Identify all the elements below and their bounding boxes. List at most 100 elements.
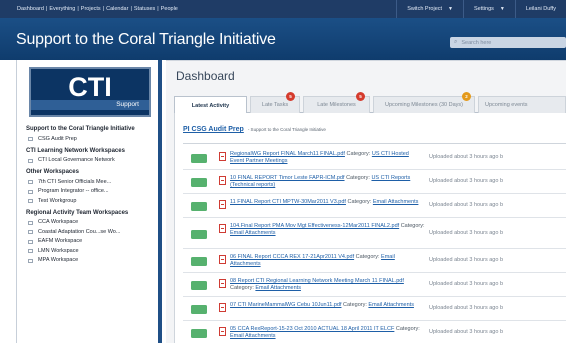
switch-project-button[interactable]: Switch Project ▼ — [396, 0, 463, 18]
sidebar-item-label: 7th CTI Senior Officials Mee... — [38, 178, 112, 185]
nav-right-group: Switch Project ▼ Settings ▼ Leilani Duff… — [396, 0, 566, 18]
main-content: Dashboard Latest Activity Late Tasks 5 L… — [166, 60, 566, 343]
workspace-icon — [28, 158, 33, 163]
file-link[interactable]: 104.Final Report PMA Mov Mgt Effectivene… — [230, 223, 399, 229]
file-link[interactable]: RegionalWG Report FINAL March11 FINAL.pd… — [230, 151, 345, 157]
list-item: 11 FINAL Report CTI MPTW-30Mar2011 V3.pd… — [183, 197, 566, 218]
activity-list: RegionalWG Report FINAL March11 FINAL.pd… — [183, 149, 566, 343]
sidebar-item-eafm-workspace[interactable]: EAFM Workspace — [26, 238, 156, 245]
project-activity-header: PI CSG Audit Prep - Support to the Coral… — [183, 126, 566, 144]
file-link[interactable]: 05 CCA RexReport-15-23 Oct 2010 ACTUAL 1… — [230, 326, 394, 332]
sidebar-item-local-governance-network[interactable]: CTI Local Governance Network — [26, 157, 156, 164]
cti-logo: CTI Support — [29, 67, 151, 117]
workspace-icon — [28, 249, 33, 253]
category-link[interactable]: Email Attachments — [230, 333, 276, 339]
sidebar-item-lmn-workspace[interactable]: LMN Workspace — [26, 248, 156, 255]
workspace-icon — [28, 230, 33, 234]
category-label: Category: — [343, 302, 367, 308]
list-item: 08 Report CTI Regional Learning Network … — [183, 276, 566, 297]
nav-link-people[interactable]: People — [160, 6, 179, 12]
nav-link-statuses[interactable]: Statuses — [133, 6, 156, 12]
late-tasks-count-badge: 5 — [286, 92, 295, 101]
category-link[interactable]: Email Attachments — [368, 302, 414, 308]
user-menu-button[interactable]: Leilani Duffy — [514, 0, 566, 18]
project-title: Support to the Coral Triangle Initiative — [16, 31, 276, 48]
workspace-icon — [28, 137, 33, 141]
nav-link-everything[interactable]: Everything — [48, 6, 76, 12]
list-item: 05 CCA RexReport-15-23 Oct 2010 ACTUAL 1… — [183, 324, 566, 343]
file-type-badge — [191, 230, 207, 239]
chevron-down-icon: ▼ — [448, 6, 453, 12]
file-link[interactable]: 06 FINAL Report CCCA REX 17-21Apr2011 V4… — [230, 254, 354, 260]
workspace-icon — [28, 199, 33, 203]
upload-meta: Uploaded about 3 hours ago b — [429, 154, 504, 160]
list-item: 06 FINAL Report CCCA REX 17-21Apr2011 V4… — [183, 252, 566, 273]
list-item: RegionalWG Report FINAL March11 FINAL.pd… — [183, 149, 566, 170]
category-label: Category: — [355, 254, 380, 260]
file-type-badge — [191, 154, 207, 163]
tab-label: Latest Activity — [191, 102, 230, 109]
search-icon: ⌕ — [454, 39, 458, 45]
sidebar-item-test-workgroup[interactable]: Test Workgroup — [26, 198, 156, 205]
nav-link-calendar[interactable]: Calendar — [105, 6, 129, 12]
nav-link-dashboard[interactable]: Dashboard — [16, 6, 45, 12]
pdf-file-icon — [219, 303, 226, 312]
file-link[interactable]: 08 Report CTI Regional Learning Network … — [230, 278, 404, 284]
tab-late-milestones[interactable]: Late Milestones 5 — [303, 92, 370, 113]
file-link[interactable]: 10 FINAL REPORT Timor Leste FAPR-ICM.pdf — [230, 175, 345, 181]
category-label: Category: — [346, 175, 370, 181]
activity-description: 06 FINAL Report CCCA REX 17-21Apr2011 V4… — [230, 254, 420, 268]
tab-latest-activity[interactable]: Latest Activity — [174, 96, 247, 114]
file-type-badge — [191, 257, 207, 266]
tab-upcoming-milestones[interactable]: Upcoming Milestones (30 Days) 2 — [373, 92, 475, 113]
sidebar-section-title: CTI Learning Network Workspaces — [26, 147, 125, 154]
activity-description: RegionalWG Report FINAL March11 FINAL.pd… — [230, 151, 420, 165]
pdf-file-icon — [219, 255, 226, 264]
list-item: 07 CTI MarineMammalWG Cebu 10Jun11.pdf C… — [183, 300, 566, 321]
category-label: Category: — [346, 151, 371, 157]
sidebar-item-cca-workspace[interactable]: CCA Workspace — [26, 219, 156, 226]
list-item: 10 FINAL REPORT Timor Leste FAPR-ICM.pdf… — [183, 173, 566, 194]
sidebar-item-mpa-workspace[interactable]: MPA Workspace — [26, 257, 156, 264]
pdf-file-icon — [219, 152, 226, 161]
page-title: Dashboard — [176, 69, 235, 83]
category-link[interactable]: Email Attachments — [230, 230, 276, 236]
sidebar-section-title: Regional Activity Team Workspaces — [26, 209, 129, 216]
nav-link-projects[interactable]: Projects — [80, 6, 102, 12]
settings-label: Settings — [474, 6, 494, 12]
activity-description: 05 CCA RexReport-15-23 Oct 2010 ACTUAL 1… — [230, 326, 420, 340]
category-link[interactable]: Email Attachments — [373, 199, 419, 205]
file-link[interactable]: 07 CTI MarineMammalWG Cebu 10Jun11.pdf — [230, 302, 341, 308]
chevron-down-icon: ▼ — [499, 6, 505, 12]
switch-project-label: Switch Project — [407, 6, 443, 12]
page-header: Support to the Coral Triangle Initiative… — [0, 18, 566, 60]
file-link[interactable]: 11 FINAL Report CTI MPTW-30Mar2011 V3.pd… — [230, 199, 346, 205]
file-type-badge — [191, 281, 207, 290]
tab-label: Upcoming events — [485, 102, 528, 108]
user-name: Leilani Duffy — [525, 6, 556, 12]
settings-button[interactable]: Settings ▼ — [463, 0, 515, 18]
search-input[interactable]: ⌕ Search here — [450, 37, 566, 48]
upload-meta: Uploaded about 3 hours ago b — [429, 230, 504, 236]
sidebar-item-coastal-adaptation[interactable]: Coastal Adaptation Cou...se Wo... — [26, 229, 156, 236]
sidebar-item-label: LMN Workspace — [38, 247, 79, 254]
project-link[interactable]: PI CSG Audit Prep — [183, 126, 244, 133]
sidebar-item-program-integrator[interactable]: Program Integrator -- office... — [26, 188, 156, 195]
tab-late-tasks[interactable]: Late Tasks 5 — [250, 92, 300, 113]
page: Dashboard | Everything | Projects | Cale… — [0, 0, 566, 343]
upcoming-milestones-count-badge: 2 — [462, 92, 471, 101]
sidebar-item-csg-audit-prep[interactable]: CSG Audit Prep — [26, 136, 156, 143]
sidebar-item-senior-officials[interactable]: 7th CTI Senior Officials Mee... — [26, 179, 156, 186]
pdf-file-icon — [219, 279, 226, 288]
pdf-file-icon — [219, 176, 226, 185]
tab-label: Late Milestones — [317, 102, 356, 108]
category-label: Category: — [395, 326, 420, 332]
sidebar-section-title: Other Workspaces — [26, 169, 79, 175]
category-label: Category: — [347, 199, 372, 205]
pdf-file-icon — [219, 327, 226, 336]
upload-meta: Uploaded about 3 hours ago b — [429, 178, 504, 184]
activity-panel: PI CSG Audit Prep - Support to the Coral… — [174, 113, 566, 343]
workspace-icon — [28, 239, 33, 244]
tab-upcoming-events[interactable]: Upcoming events — [478, 96, 566, 113]
category-link[interactable]: Email Attachments — [255, 285, 301, 291]
